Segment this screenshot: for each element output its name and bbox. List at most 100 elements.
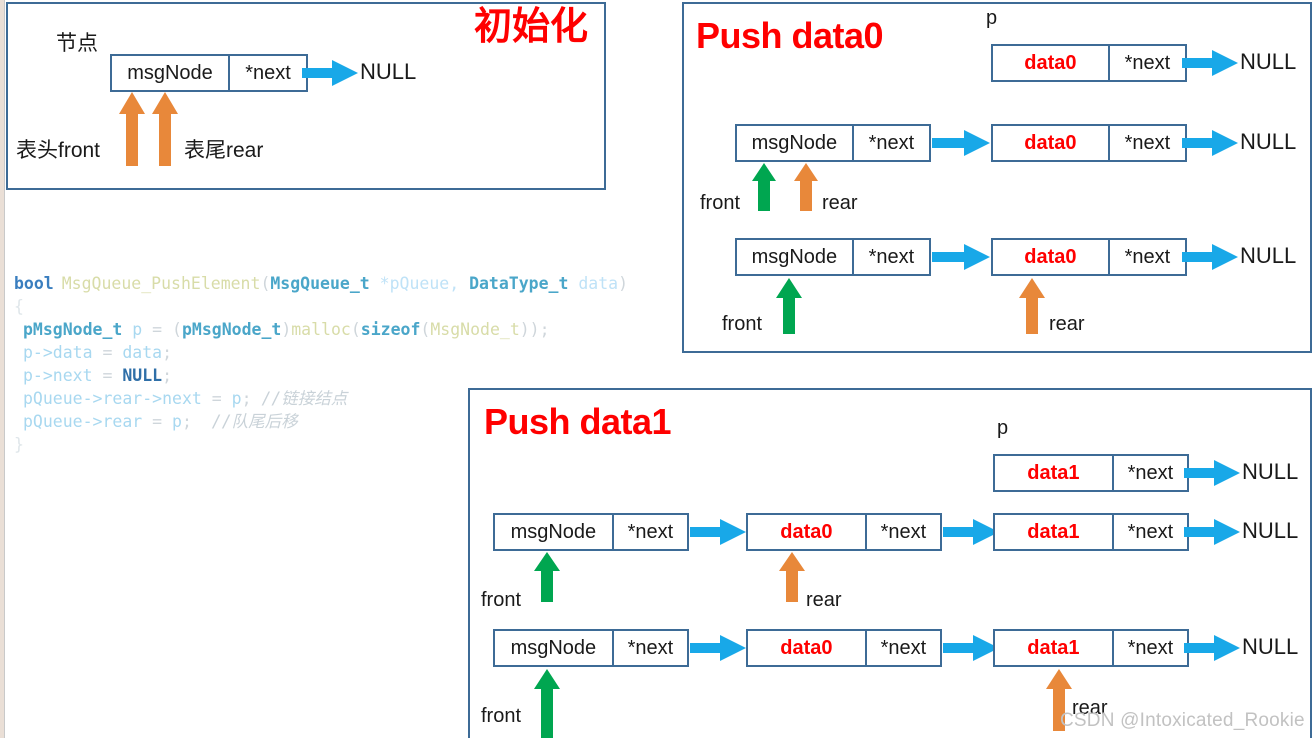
code-token-type-msgnode: MsgNode_t [430, 320, 520, 339]
code-token-semi5: ; [181, 412, 212, 431]
push0-row3-cell-data0: data0 [993, 240, 1110, 274]
push1-row2-node-data0: data0 *next [746, 513, 942, 551]
code-token-paren-open: ( [260, 274, 271, 293]
push0-row2-null-label: NULL [1240, 129, 1297, 154]
code-token-p2: p [231, 389, 242, 408]
init-node-cell-next: *next [245, 61, 291, 84]
push1-row3-cell-data0: data0 [748, 631, 867, 665]
code-token-rearnext: pQueue->rear->next [23, 389, 202, 408]
push0-row2-cell-data0-next: *next [1124, 131, 1171, 154]
code-token-p3: p [172, 412, 182, 431]
push1-row3-node-data0: data0 *next [746, 629, 942, 667]
push1-row2-cell-data1-next: *next [1127, 520, 1174, 543]
code-token-cast-open: ( [172, 320, 182, 339]
push1-row1-cell-data: data1 [995, 456, 1114, 490]
push1-row1-cell-next: *next [1127, 461, 1174, 484]
code-token-bool: bool [14, 274, 54, 293]
push1-row2-cell-data0: data0 [748, 515, 867, 549]
push0-row1-cell-data: data0 [993, 46, 1110, 80]
push1-row2-cell-data1: data1 [995, 515, 1114, 549]
push1-row3-cell-data1-next: *next [1127, 636, 1174, 659]
init-rear-label: 表尾rear [184, 139, 264, 162]
code-token-rear: pQueue->rear [23, 412, 143, 431]
push1-row1-node-p: data1 *next [993, 454, 1189, 492]
push1-row3-cell-next: *next [627, 636, 674, 659]
code-token-sizeof: sizeof [360, 320, 421, 339]
init-node-cell-msgnode: msgNode [112, 56, 230, 90]
push1-row2-null-label: NULL [1242, 518, 1299, 543]
push0-row2-cell-next: *next [868, 131, 915, 154]
code-token-paren-close: ) [618, 274, 629, 293]
push0-row2-node-head: msgNode *next [735, 124, 931, 162]
code-token-brace-open: { [14, 297, 24, 316]
panel-initialization-title: 初始化 [474, 6, 589, 48]
init-node-box: msgNode *next [110, 54, 308, 92]
code-token-semi3: ; [162, 366, 173, 385]
code-token-fnname: MsgQueue_PushElement [61, 274, 261, 293]
push0-row1-cell-next: *next [1124, 51, 1171, 74]
code-token-sizeof-open: ( [420, 320, 431, 339]
code-token-eq1: = [152, 320, 173, 339]
code-token-cast-type: pMsgNode_t [181, 320, 282, 339]
code-token-tail1: )); [519, 320, 550, 339]
push1-row1-null-label: NULL [1242, 459, 1299, 484]
push0-row1-node-p: data0 *next [991, 44, 1187, 82]
code-token-type-datatype: DataType_t [469, 274, 569, 293]
push1-p-label: p [997, 417, 1009, 439]
code-token-type-msgqueue: MsgQueue_t [270, 274, 370, 293]
code-token-data: data [122, 343, 163, 362]
code-token-eq2: = [92, 343, 123, 362]
code-token-semi2: ; [162, 343, 173, 362]
code-token-param-pqueue: *pQueue, [369, 274, 470, 293]
code-token-brace-close: } [14, 435, 24, 454]
code-token-var-p: p [122, 320, 153, 339]
push1-row2-node-head: msgNode *next [493, 513, 689, 551]
push0-row1-null-label: NULL [1240, 49, 1297, 74]
push0-row3-cell-msgnode: msgNode [737, 240, 854, 274]
push0-row3-rear-label: rear [1049, 313, 1085, 335]
diagram-canvas: 初始化 节点 msgNode *next NULL 表头front 表尾rear… [0, 0, 1313, 738]
push0-row3-null-label: NULL [1240, 243, 1297, 268]
code-token-eq3: = [92, 366, 123, 385]
code-token-cast-close: ) [281, 320, 292, 339]
push0-p-label: p [986, 7, 998, 29]
push1-row3-front-label: front [481, 705, 522, 727]
push1-row2-cell-msgnode: msgNode [495, 515, 614, 549]
push1-row2-cell-data0-next: *next [880, 520, 927, 543]
push0-row2-front-label: front [700, 192, 741, 214]
push1-row3-node-data1: data1 *next [993, 629, 1189, 667]
code-token-null: NULL [122, 366, 163, 385]
push1-row2-rear-label: rear [806, 589, 842, 611]
code-token-malloc-open: ( [350, 320, 361, 339]
code-token-pnext: p->next [23, 366, 93, 385]
code-token-eq5: = [142, 412, 173, 431]
push1-row3-cell-data0-next: *next [880, 636, 927, 659]
watermark-credit: CSDN @Intoxicated_Rookie [1060, 710, 1305, 731]
push1-row2-node-data1: data1 *next [993, 513, 1189, 551]
code-comment-link-node: //链接结点 [261, 389, 348, 408]
init-front-label: 表头front [16, 139, 101, 162]
code-token-pdata: p->data [23, 343, 93, 362]
push0-row2-cell-data0: data0 [993, 126, 1110, 160]
push0-row3-node-head: msgNode *next [735, 238, 931, 276]
page-left-edge-line [4, 0, 5, 738]
panel-push-data0-title: Push data0 [696, 15, 884, 56]
push1-row3-null-label: NULL [1242, 634, 1299, 659]
push0-row3-front-label: front [722, 313, 763, 335]
push0-row3-cell-data0-next: *next [1124, 245, 1171, 268]
code-token-eq4: = [201, 389, 232, 408]
push1-row2-cell-next: *next [627, 520, 674, 543]
push0-row2-cell-msgnode: msgNode [737, 126, 854, 160]
push1-row2-front-label: front [481, 589, 522, 611]
push1-row3-cell-data1: data1 [995, 631, 1114, 665]
code-token-malloc: malloc [291, 320, 351, 339]
code-comment-rear-move: //队尾后移 [211, 412, 298, 431]
push0-row2-node-data0: data0 *next [991, 124, 1187, 162]
push0-row2-rear-label: rear [822, 192, 858, 214]
push1-row3-node-head: msgNode *next [493, 629, 689, 667]
push0-row3-cell-next: *next [868, 245, 915, 268]
label-node-cn: 节点 [56, 32, 98, 55]
push0-row3-node-data0: data0 *next [991, 238, 1187, 276]
code-token-semi4: ; [241, 389, 262, 408]
code-token-param-data: data [568, 274, 619, 293]
